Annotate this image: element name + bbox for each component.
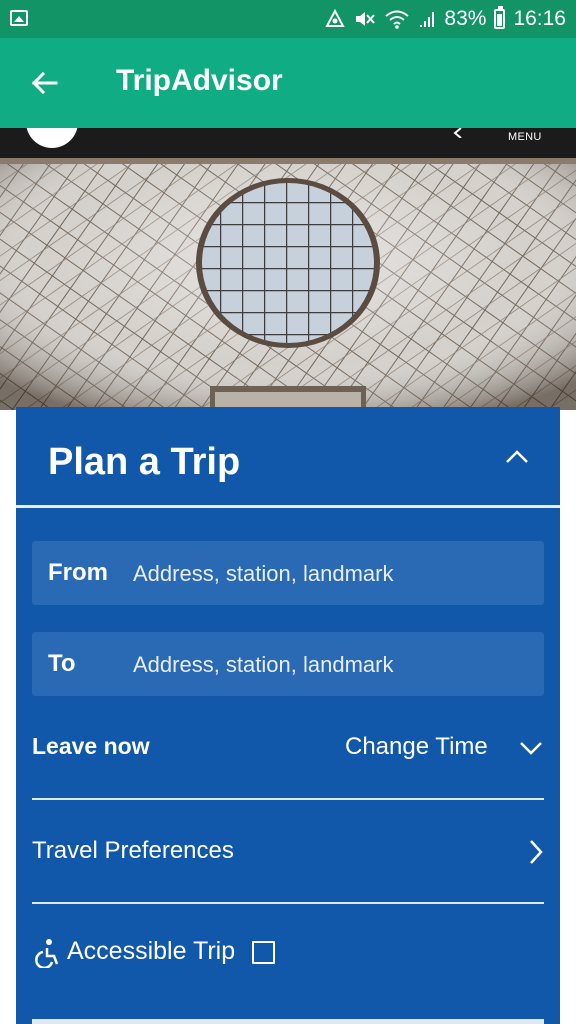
leave-now-label: Leave now xyxy=(32,733,150,759)
travel-preferences-button[interactable]: Travel Preferences xyxy=(32,837,234,865)
image-icon xyxy=(10,10,28,26)
divider xyxy=(32,902,544,904)
mute-icon xyxy=(356,12,376,26)
from-field[interactable]: From Address, station, landmark xyxy=(32,541,544,605)
to-label: To xyxy=(48,650,76,677)
plan-trip-title: Plan a Trip xyxy=(48,441,241,483)
wifi-icon xyxy=(385,10,410,29)
chevron-down-icon[interactable] xyxy=(519,740,543,756)
app-title: TripAdvisor xyxy=(116,64,283,97)
from-input[interactable]: Address, station, landmark xyxy=(133,561,393,587)
divider xyxy=(16,505,560,508)
nfc-icon xyxy=(325,9,346,27)
divider xyxy=(32,798,544,800)
clock: 16:16 xyxy=(513,7,566,30)
wheelchair-icon xyxy=(35,939,59,968)
divider xyxy=(32,1019,544,1024)
chevron-up-icon[interactable] xyxy=(504,447,530,465)
battery-icon xyxy=(494,6,506,29)
chevron-icon[interactable] xyxy=(452,128,464,138)
arrow-back-icon[interactable] xyxy=(26,64,64,102)
site-header: MENU xyxy=(0,128,576,158)
signal-icon xyxy=(420,12,435,27)
accessible-trip-checkbox[interactable] xyxy=(252,941,275,964)
app-bar: TripAdvisor xyxy=(0,38,576,128)
plan-trip-card: Plan a Trip From Address, station, landm… xyxy=(16,407,560,1024)
accessible-trip-label: Accessible Trip xyxy=(67,937,236,965)
chevron-right-icon[interactable] xyxy=(528,839,544,865)
status-bar-right: 83% 16:16 xyxy=(324,0,566,38)
change-time-button[interactable]: Change Time xyxy=(345,733,488,761)
from-label: From xyxy=(48,559,108,586)
status-bar: 83% 16:16 xyxy=(0,0,576,38)
hero-image xyxy=(0,158,576,410)
menu-button[interactable]: MENU xyxy=(508,131,542,143)
to-field[interactable]: To Address, station, landmark xyxy=(32,632,544,696)
to-input[interactable]: Address, station, landmark xyxy=(133,652,393,678)
site-logo[interactable] xyxy=(26,128,78,148)
battery-percent: 83% xyxy=(444,7,487,30)
